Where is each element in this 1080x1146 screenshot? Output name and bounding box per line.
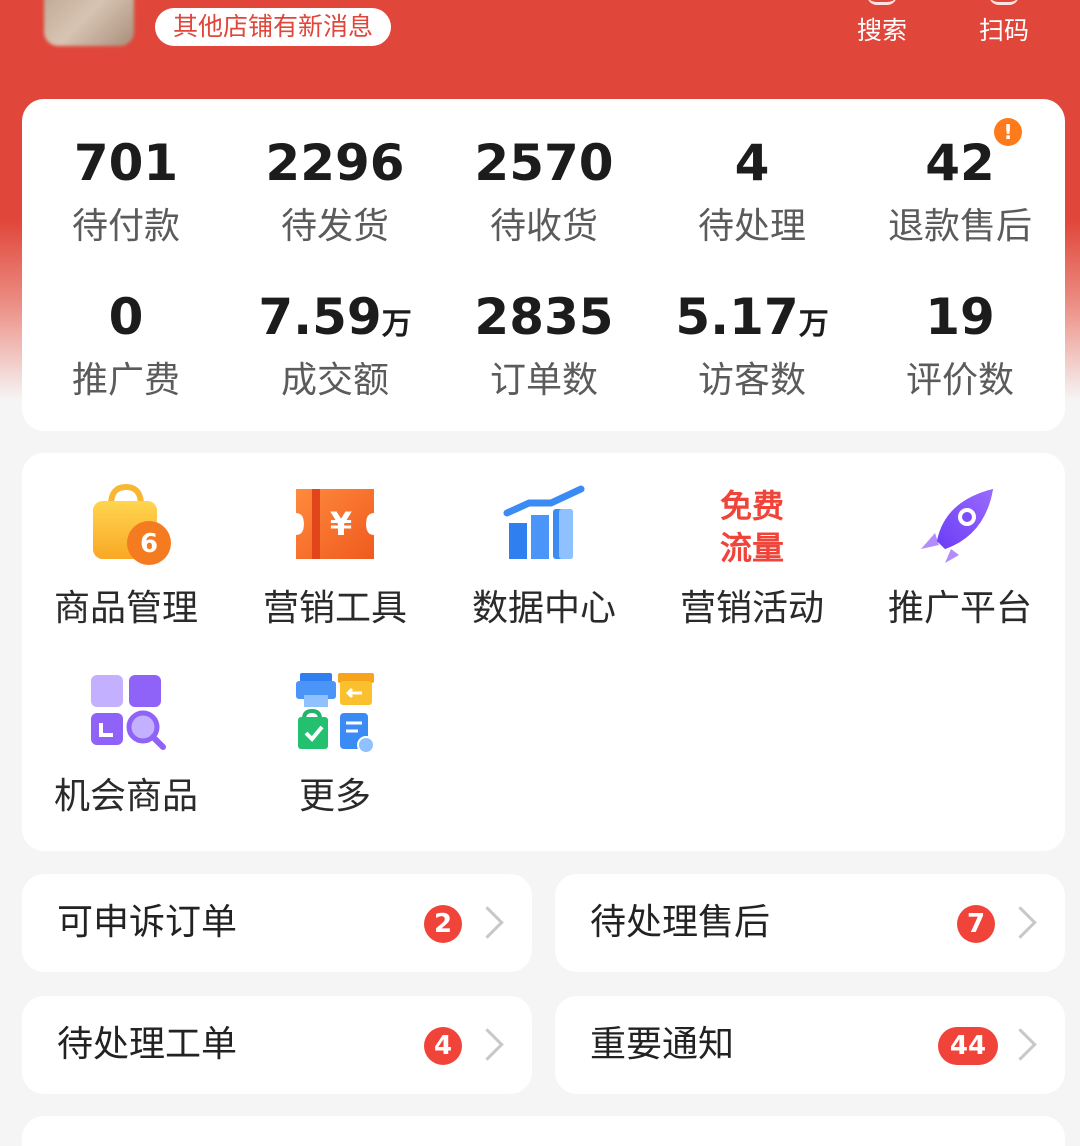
coupon-icon: ¥ [296, 489, 374, 559]
tools-card: 6 商品管理 ¥ 营销工具 数据中心 免费 流量 营销活动 推广平台 机会商品 … [22, 453, 1065, 851]
chevron-right-icon [1004, 906, 1037, 939]
other-shop-notice[interactable]: 其他店铺有新消息 [155, 8, 392, 46]
stat-pending-process[interactable]: 4 待处理 [652, 133, 852, 249]
tool-label: 营销活动 [679, 588, 824, 629]
stat-label: 退款售后 [887, 206, 1032, 247]
chevron-right-icon [471, 1028, 504, 1061]
tool-label: 营销工具 [262, 588, 407, 629]
tool-label: 推广平台 [887, 588, 1032, 629]
stat-value: 0 [108, 288, 144, 346]
stat-value: 7.59万 [258, 288, 412, 346]
rocket-icon [921, 489, 993, 563]
shopping-bag-icon: 6 [93, 483, 171, 565]
stat-label: 推广费 [71, 360, 180, 401]
stat-label: 订单数 [489, 360, 598, 401]
stat-review-count[interactable]: 19 评价数 [860, 287, 1060, 403]
svg-text:免费: 免费 [720, 487, 784, 525]
product-search-icon [91, 675, 166, 750]
tool-label: 更多 [298, 776, 371, 817]
stat-value: 4 [734, 134, 770, 192]
stat-label: 成交额 [280, 360, 389, 401]
stat-refund-aftersale[interactable]: 42 退款售后 [860, 133, 1060, 249]
stat-value: 701 [73, 134, 179, 192]
stat-value: 2570 [474, 134, 614, 192]
stat-value: 2296 [265, 134, 405, 192]
scan-button[interactable]: 扫码 [959, 0, 1049, 47]
more-services-icon [296, 673, 375, 754]
todo-pending-aftersale[interactable]: 待处理售后 7 [555, 874, 1065, 972]
stat-pending-payment[interactable]: 701 待付款 [26, 133, 226, 249]
stat-label: 待发货 [280, 206, 389, 247]
stat-value: 2835 [474, 288, 614, 346]
todo-appealable-orders[interactable]: 可申诉订单 2 [22, 874, 532, 972]
stat-value: 5.17万 [675, 288, 829, 346]
search-label: 搜索 [856, 16, 907, 45]
svg-text:6: 6 [140, 529, 158, 559]
todo-label: 待处理售后 [590, 902, 771, 943]
tool-product-management[interactable]: 6 商品管理 [26, 479, 226, 631]
todo-pending-tickets[interactable]: 待处理工单 4 [22, 996, 532, 1094]
count-badge: 7 [957, 905, 995, 943]
tool-opportunity-products[interactable]: 机会商品 [26, 667, 226, 819]
tool-label: 商品管理 [53, 588, 198, 629]
stat-pending-receipt[interactable]: 2570 待收货 [444, 133, 644, 249]
stat-label: 访客数 [697, 360, 806, 401]
stat-value: 42 [925, 134, 995, 192]
stat-visitor-count[interactable]: 5.17万 访客数 [652, 287, 852, 403]
todo-important-notices[interactable]: 重要通知 44 [555, 996, 1065, 1094]
tool-marketing-activities[interactable]: 免费 流量 营销活动 [652, 479, 852, 631]
scan-icon [989, 0, 1019, 5]
svg-text:¥: ¥ [330, 505, 352, 543]
stat-label: 评价数 [905, 360, 1014, 401]
stat-label: 待处理 [697, 206, 806, 247]
stat-order-count[interactable]: 2835 订单数 [444, 287, 644, 403]
tool-promotion-platform[interactable]: 推广平台 [860, 479, 1060, 631]
tool-marketing-tools[interactable]: ¥ 营销工具 [235, 479, 435, 631]
tool-data-center[interactable]: 数据中心 [444, 479, 644, 631]
count-badge: 2 [424, 905, 462, 943]
free-traffic-icon: 免费 流量 [720, 487, 784, 567]
stat-label: 待付款 [71, 206, 180, 247]
stat-label: 待收货 [489, 206, 598, 247]
shop-stats-card: 701 待付款 2296 待发货 2570 待收货 4 待处理 42 退款售后 … [22, 99, 1065, 431]
tool-label: 数据中心 [471, 588, 616, 629]
shop-avatar[interactable] [44, 0, 134, 46]
tool-more[interactable]: 更多 [235, 667, 435, 819]
chevron-right-icon [1004, 1028, 1037, 1061]
stat-pending-shipment[interactable]: 2296 待发货 [235, 133, 435, 249]
count-badge: 44 [938, 1027, 998, 1065]
todo-label: 待处理工单 [57, 1024, 238, 1065]
stat-promotion-fee[interactable]: 0 推广费 [26, 287, 226, 403]
alert-icon: ! [994, 118, 1022, 146]
stat-value: 19 [925, 288, 995, 346]
next-card-peek [22, 1116, 1065, 1146]
tool-label: 机会商品 [53, 776, 198, 817]
search-button[interactable]: 搜索 [837, 0, 927, 47]
todo-label: 重要通知 [590, 1024, 735, 1065]
count-badge: 4 [424, 1027, 462, 1065]
todo-label: 可申诉订单 [57, 902, 238, 943]
scan-label: 扫码 [978, 16, 1029, 45]
search-icon [867, 0, 897, 5]
chevron-right-icon [471, 906, 504, 939]
bar-chart-icon [503, 485, 585, 559]
stat-gmv[interactable]: 7.59万 成交额 [235, 287, 435, 403]
top-header: 其他店铺有新消息 搜索 扫码 [0, 0, 1080, 100]
svg-text:流量: 流量 [720, 529, 784, 567]
